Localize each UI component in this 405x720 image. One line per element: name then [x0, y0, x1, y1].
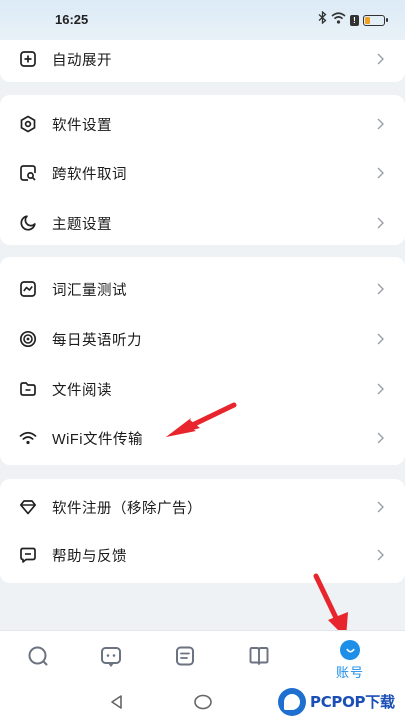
- chevron-right-icon: [375, 52, 385, 66]
- menu-item-daily-listening[interactable]: 每日英语听力: [0, 316, 405, 362]
- menu-label: 自动展开: [52, 52, 112, 69]
- nav-tab-search[interactable]: [8, 631, 68, 686]
- nav-tab-label: 账号: [335, 665, 364, 680]
- menu-label: 每日英语听力: [52, 332, 142, 349]
- plus-square-icon: [18, 49, 38, 69]
- menu-item-vocab-test[interactable]: 词汇量测试: [0, 266, 405, 312]
- search-square-icon: [18, 163, 38, 183]
- menu-label: 帮助与反馈: [52, 548, 127, 565]
- menu-label: 软件设置: [52, 117, 112, 134]
- bluetooth-icon: [318, 10, 327, 29]
- chat-square-icon: [100, 645, 122, 672]
- nav-tab-notes[interactable]: [155, 631, 215, 686]
- menu-group-4: 软件注册（移除广告） 帮助与反馈: [0, 479, 405, 583]
- moon-icon: [18, 213, 38, 233]
- folder-icon: [18, 379, 38, 399]
- search-icon: [27, 645, 49, 672]
- chevron-right-icon: [375, 500, 385, 514]
- chevron-right-icon: [375, 548, 385, 562]
- menu-item-auto-expand[interactable]: 自动展开: [0, 40, 405, 78]
- menu-item-file-reading[interactable]: 文件阅读: [0, 366, 405, 412]
- menu-label: 跨软件取词: [52, 166, 127, 183]
- home-icon[interactable]: [193, 693, 213, 716]
- menu-label: 词汇量测试: [52, 282, 127, 299]
- status-bar: 16:25 !: [0, 0, 405, 40]
- chevron-right-icon: [375, 216, 385, 230]
- note-icon: [174, 645, 196, 672]
- menu-item-cross-app-lookup[interactable]: 跨软件取词: [0, 150, 405, 196]
- chevron-right-icon: [375, 431, 385, 445]
- account-icon: [340, 640, 360, 660]
- chat-bubble-icon: [18, 545, 38, 565]
- wifi-icon: [18, 428, 38, 448]
- watermark: PCPOP下载: [278, 683, 405, 720]
- book-icon: [248, 645, 270, 672]
- status-icons: !: [318, 10, 388, 29]
- battery-level: [365, 16, 370, 24]
- alert-icon: !: [350, 14, 359, 26]
- menu-item-help-feedback[interactable]: 帮助与反馈: [0, 532, 405, 578]
- chevron-right-icon: [375, 332, 385, 346]
- wifi-status-icon: [331, 11, 346, 29]
- nav-tab-account[interactable]: 账号: [320, 631, 380, 686]
- pcpop-logo-icon: [278, 687, 306, 716]
- menu-label: 软件注册（移除广告）: [52, 500, 202, 517]
- status-time: 16:25: [55, 12, 89, 27]
- menu-group-2: 软件设置 跨软件取词 主题设置: [0, 95, 405, 245]
- menu-item-theme-settings[interactable]: 主题设置: [0, 200, 405, 246]
- battery-icon: [363, 14, 388, 26]
- chart-square-icon: [18, 279, 38, 299]
- hexagon-settings-icon: [18, 114, 38, 134]
- diamond-icon: [18, 497, 38, 517]
- menu-group-1: 自动展开: [0, 40, 405, 82]
- chevron-right-icon: [375, 166, 385, 180]
- menu-label: 主题设置: [52, 216, 112, 233]
- watermark-text: PCPOP下载: [310, 693, 395, 711]
- chevron-right-icon: [375, 282, 385, 296]
- coin-circle-icon: [18, 329, 38, 349]
- bottom-nav: 账号: [0, 630, 405, 685]
- menu-item-software-settings[interactable]: 软件设置: [0, 101, 405, 147]
- menu-group-3: 词汇量测试 每日英语听力 文件阅读 WiFi文件传输: [0, 257, 405, 465]
- chevron-right-icon: [375, 382, 385, 396]
- nav-tab-translate[interactable]: [81, 631, 141, 686]
- menu-item-register[interactable]: 软件注册（移除广告）: [0, 484, 405, 530]
- nav-tab-book[interactable]: [229, 631, 289, 686]
- menu-item-wifi-transfer[interactable]: WiFi文件传输: [0, 415, 405, 461]
- menu-label: 文件阅读: [52, 382, 112, 399]
- back-icon[interactable]: [108, 693, 126, 716]
- chevron-right-icon: [375, 117, 385, 131]
- menu-label: WiFi文件传输: [52, 431, 143, 448]
